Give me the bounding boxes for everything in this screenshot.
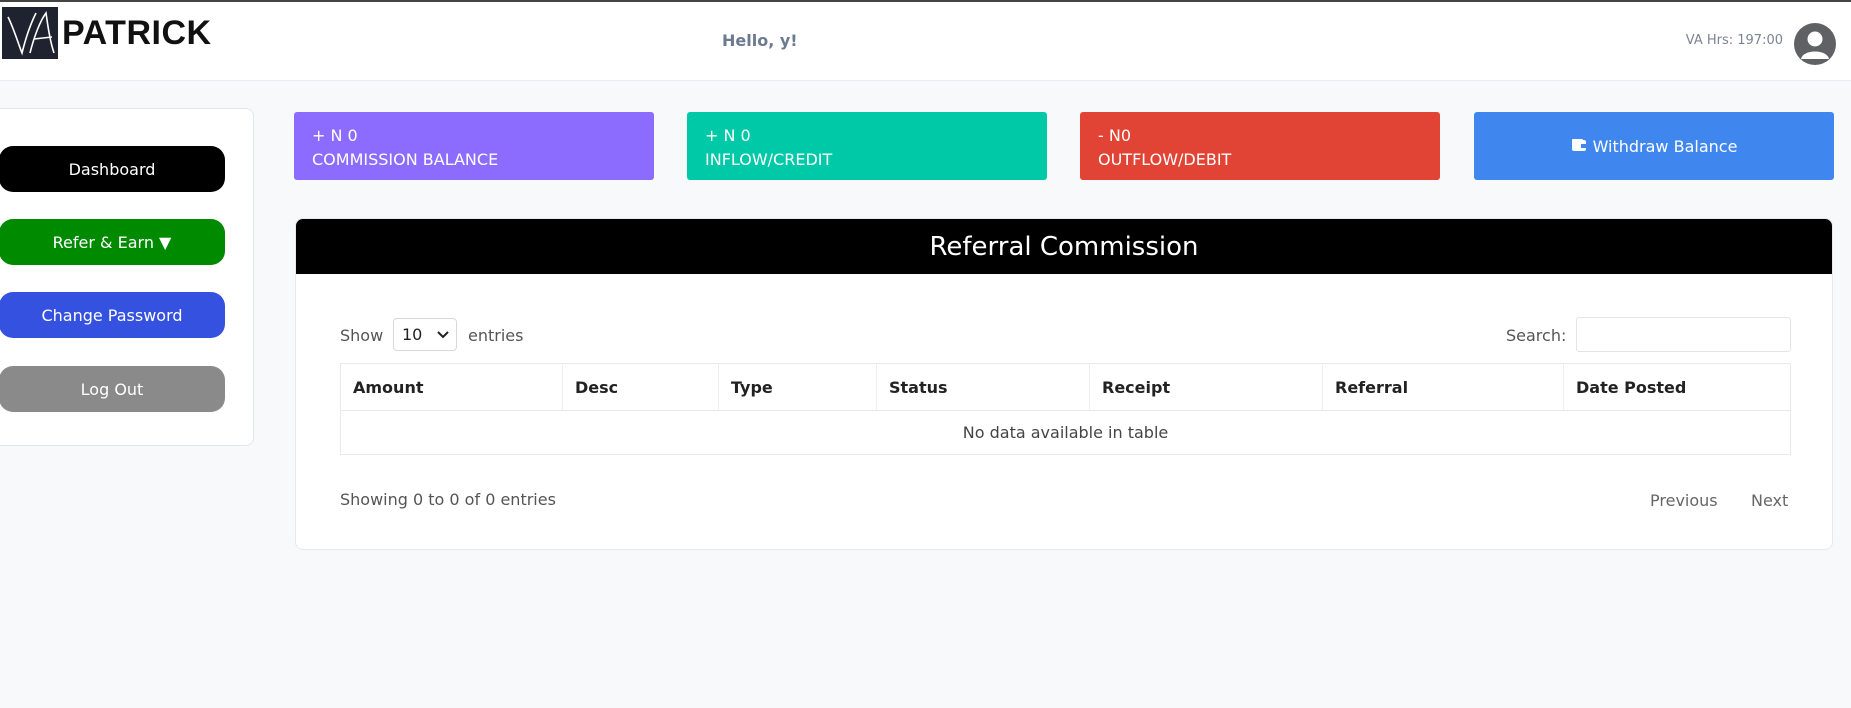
outflow-debit-value: - N0 (1098, 126, 1132, 145)
column-amount[interactable]: Amount (340, 363, 563, 411)
outflow-debit-label: OUTFLOW/DEBIT (1098, 150, 1232, 169)
inflow-credit-card: + N 0 INFLOW/CREDIT (687, 112, 1047, 180)
search-input[interactable] (1576, 317, 1791, 352)
previous-page-button[interactable]: Previous (1650, 491, 1718, 510)
column-desc[interactable]: Desc (562, 363, 719, 411)
table-row: No data available in table (340, 410, 1791, 455)
column-referral[interactable]: Referral (1322, 363, 1564, 411)
outflow-debit-card: - N0 OUTFLOW/DEBIT (1080, 112, 1440, 180)
next-page-button[interactable]: Next (1751, 491, 1788, 510)
empty-table-message: No data available in table (340, 410, 1791, 455)
entries-select-value: 10 (402, 325, 423, 344)
commission-balance-label: COMMISSION BALANCE (312, 150, 499, 169)
sidebar: Dashboard Refer & Earn ▼ Change Password… (0, 108, 254, 446)
commission-balance-card: + N 0 COMMISSION BALANCE (294, 112, 654, 180)
dashboard-button[interactable]: Dashboard (0, 146, 225, 192)
top-header: PATRICK Hello, y! VA Hrs: 197:00 (0, 2, 1851, 81)
column-status[interactable]: Status (876, 363, 1090, 411)
entries-select[interactable]: 10 (393, 318, 457, 351)
commission-balance-value: + N 0 (312, 126, 358, 145)
column-receipt[interactable]: Receipt (1089, 363, 1323, 411)
withdraw-balance-label: Withdraw Balance (1592, 136, 1738, 156)
entries-label: entries (468, 326, 524, 345)
refer-earn-button[interactable]: Refer & Earn ▼ (0, 219, 225, 265)
va-hours: VA Hrs: 197:00 (1685, 33, 1783, 48)
show-label: Show (340, 326, 384, 345)
change-password-button[interactable]: Change Password (0, 292, 225, 338)
search-label: Search: (1506, 326, 1567, 345)
column-type[interactable]: Type (718, 363, 877, 411)
logo-va-mark (7, 10, 55, 56)
column-date-posted[interactable]: Date Posted (1563, 363, 1791, 411)
panel-title: Referral Commission (296, 219, 1832, 274)
referral-commission-panel: Referral Commission Show 10 entries Sear… (295, 218, 1833, 550)
brand-name: PATRICK (62, 14, 212, 52)
table-info: Showing 0 to 0 of 0 entries (340, 490, 556, 509)
withdraw-balance-button[interactable]: Withdraw Balance (1474, 112, 1834, 180)
referral-table: Amount Desc Type Status Receipt Referral… (340, 363, 1791, 455)
greeting: Hello, y! (722, 31, 798, 50)
wallet-icon (1571, 137, 1587, 156)
inflow-credit-label: INFLOW/CREDIT (705, 150, 833, 169)
table-header-row: Amount Desc Type Status Receipt Referral… (340, 363, 1791, 411)
logout-button[interactable]: Log Out (0, 366, 225, 412)
inflow-credit-value: + N 0 (705, 126, 751, 145)
logo[interactable] (2, 7, 58, 59)
user-avatar-icon[interactable] (1794, 23, 1836, 65)
chevron-down-icon (436, 326, 450, 345)
